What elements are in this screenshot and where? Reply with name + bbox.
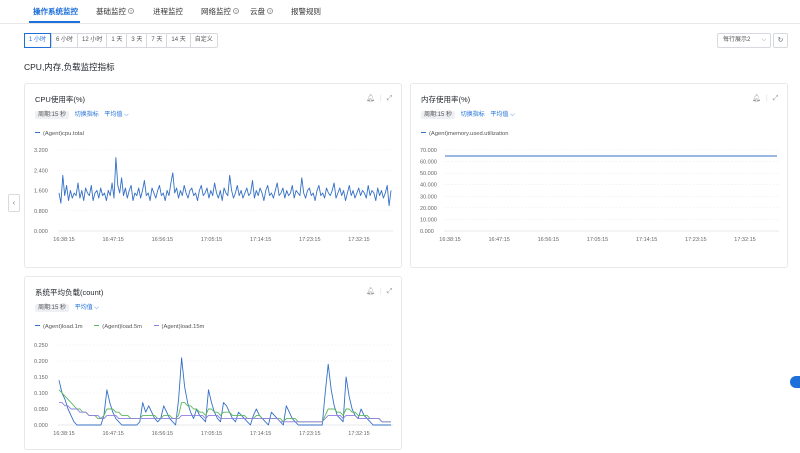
- time-range-1d[interactable]: 1 天: [106, 34, 126, 47]
- x-tick-label: 17:32:15: [348, 237, 369, 243]
- time-range-selector: 1 小时 6 小时 12 小时 1 天 3 天 7 天 14 天 自定义: [24, 33, 218, 48]
- help-icon: ?: [128, 8, 134, 14]
- x-tick-label: 17:05:15: [201, 431, 222, 437]
- x-tick-label: 17:14:15: [250, 431, 271, 437]
- active-tab-indicator: [29, 21, 80, 23]
- tab-label: 基础监控: [96, 7, 126, 16]
- tab-process-monitor[interactable]: 进程监控: [153, 6, 183, 17]
- x-tick-label: 17:32:15: [734, 237, 755, 243]
- x-tick-label: 16:56:15: [152, 237, 173, 243]
- help-icon: ?: [267, 8, 273, 14]
- tab-label: 进程监控: [153, 7, 183, 16]
- x-tick-label: 17:23:15: [685, 237, 706, 243]
- cpu-usage-card: CPU使用率(%) 🔔︎ | ⤢ 周期:15 秒 切换指标 平均值 ⌵ (Agent…: [24, 83, 402, 268]
- x-tick-label: 16:38:15: [439, 237, 460, 243]
- y-tick-label: 0.150: [34, 375, 48, 381]
- y-tick-label: 0.050: [34, 407, 48, 413]
- series-line: [58, 357, 391, 426]
- x-tick-label: 16:47:15: [102, 431, 123, 437]
- series-line: [58, 157, 392, 207]
- tab-label: 操作系统监控: [33, 7, 78, 16]
- y-tick-label: 0.000: [34, 229, 48, 235]
- y-tick-label: 40.000: [420, 183, 437, 189]
- tab-os-monitor[interactable]: 操作系统监控: [33, 6, 78, 17]
- load-average-card: 系统平均负载(count) 🔔︎ | ⤢ 周期:15 秒 平均值 ⌵ (Agent)…: [24, 276, 402, 450]
- x-tick-label: 17:05:15: [201, 237, 222, 243]
- x-tick-label: 17:05:15: [587, 237, 608, 243]
- tab-label: 网络监控: [201, 7, 231, 16]
- refresh-icon: ↻: [777, 37, 784, 44]
- y-tick-label: 10.000: [420, 217, 437, 223]
- time-range-3d[interactable]: 3 天: [126, 34, 146, 47]
- chevron-down-icon: ⌵: [761, 37, 766, 43]
- chevron-left-icon: ‹: [12, 198, 16, 207]
- x-tick-label: 17:23:15: [299, 237, 320, 243]
- y-tick-label: 1.600: [34, 189, 48, 195]
- time-range-1h[interactable]: 1 小时: [24, 33, 52, 48]
- time-range-6h[interactable]: 6 小时: [51, 34, 77, 47]
- load-average-chart: 0.250 0.200 0.150 0.100 0.050 0.000 16:38:15 16…: [34, 343, 393, 437]
- collapse-button[interactable]: ‹: [8, 194, 20, 212]
- x-tick-label: 16:38:15: [53, 237, 74, 243]
- y-tick-label: 0.250: [34, 343, 48, 349]
- x-tick-label: 16:47:15: [488, 237, 509, 243]
- time-range-12h[interactable]: 12 小时: [77, 34, 106, 47]
- tab-label: 报警规则: [291, 7, 321, 16]
- per-row-label: 每行展示2: [723, 37, 751, 43]
- y-tick-label: 2.400: [34, 168, 48, 174]
- y-tick-label: 0.000: [34, 423, 48, 429]
- time-range-7d[interactable]: 7 天: [146, 34, 166, 47]
- section-title: CPU,内存,负载监控指标: [24, 62, 115, 72]
- help-icon: ?: [233, 8, 239, 14]
- time-range-custom[interactable]: 自定义: [189, 34, 217, 47]
- y-tick-label: 0.800: [34, 209, 48, 215]
- tab-basic-monitor[interactable]: 基础监控?: [96, 6, 134, 17]
- monitor-tabs: 操作系统监控 基础监控? 进程监控 网络监控? 云盘? 报警规则: [0, 0, 800, 24]
- tab-alarm-rules[interactable]: 报警规则: [291, 6, 321, 17]
- floating-handle[interactable]: [790, 376, 800, 388]
- x-tick-label: 17:14:15: [250, 237, 271, 243]
- x-tick-label: 17:23:15: [299, 431, 320, 437]
- cpu-usage-chart: 3.200 2.400 1.600 0.800 0.000 16:38:15 16:47:1…: [34, 148, 393, 243]
- y-tick-label: 60.000: [420, 160, 437, 166]
- y-tick-label: 0.000: [420, 229, 434, 235]
- x-tick-label: 16:38:15: [53, 431, 74, 437]
- y-tick-label: 50.000: [420, 171, 437, 177]
- per-row-select[interactable]: 每行展示2 ⌵: [717, 33, 771, 48]
- y-tick-label: 0.100: [34, 391, 48, 397]
- x-tick-label: 17:14:15: [636, 237, 657, 243]
- y-tick-label: 30.000: [420, 194, 437, 200]
- y-tick-label: 3.200: [34, 148, 48, 154]
- time-range-14d[interactable]: 14 天: [166, 34, 189, 47]
- y-tick-label: 0.200: [34, 359, 48, 365]
- x-tick-label: 17:32:15: [348, 431, 369, 437]
- memory-usage-chart: 70.000 60.000 50.000 40.000 30.000 20.000 10.0…: [420, 148, 779, 243]
- x-tick-label: 16:47:15: [102, 237, 123, 243]
- x-tick-label: 16:56:15: [152, 431, 173, 437]
- tab-label: 云盘: [250, 7, 265, 16]
- refresh-button[interactable]: ↻: [773, 33, 788, 48]
- y-tick-label: 70.000: [420, 148, 437, 154]
- y-tick-label: 20.000: [420, 206, 437, 212]
- x-tick-label: 16:56:15: [538, 237, 559, 243]
- tab-cloud-disk[interactable]: 云盘?: [250, 6, 273, 17]
- memory-usage-card: 内存使用率(%) 🔔︎ | ⤢ 周期:15 秒 切换指标 平均值 ⌵ (Agent)…: [410, 83, 788, 268]
- tab-network-monitor[interactable]: 网络监控?: [201, 6, 239, 17]
